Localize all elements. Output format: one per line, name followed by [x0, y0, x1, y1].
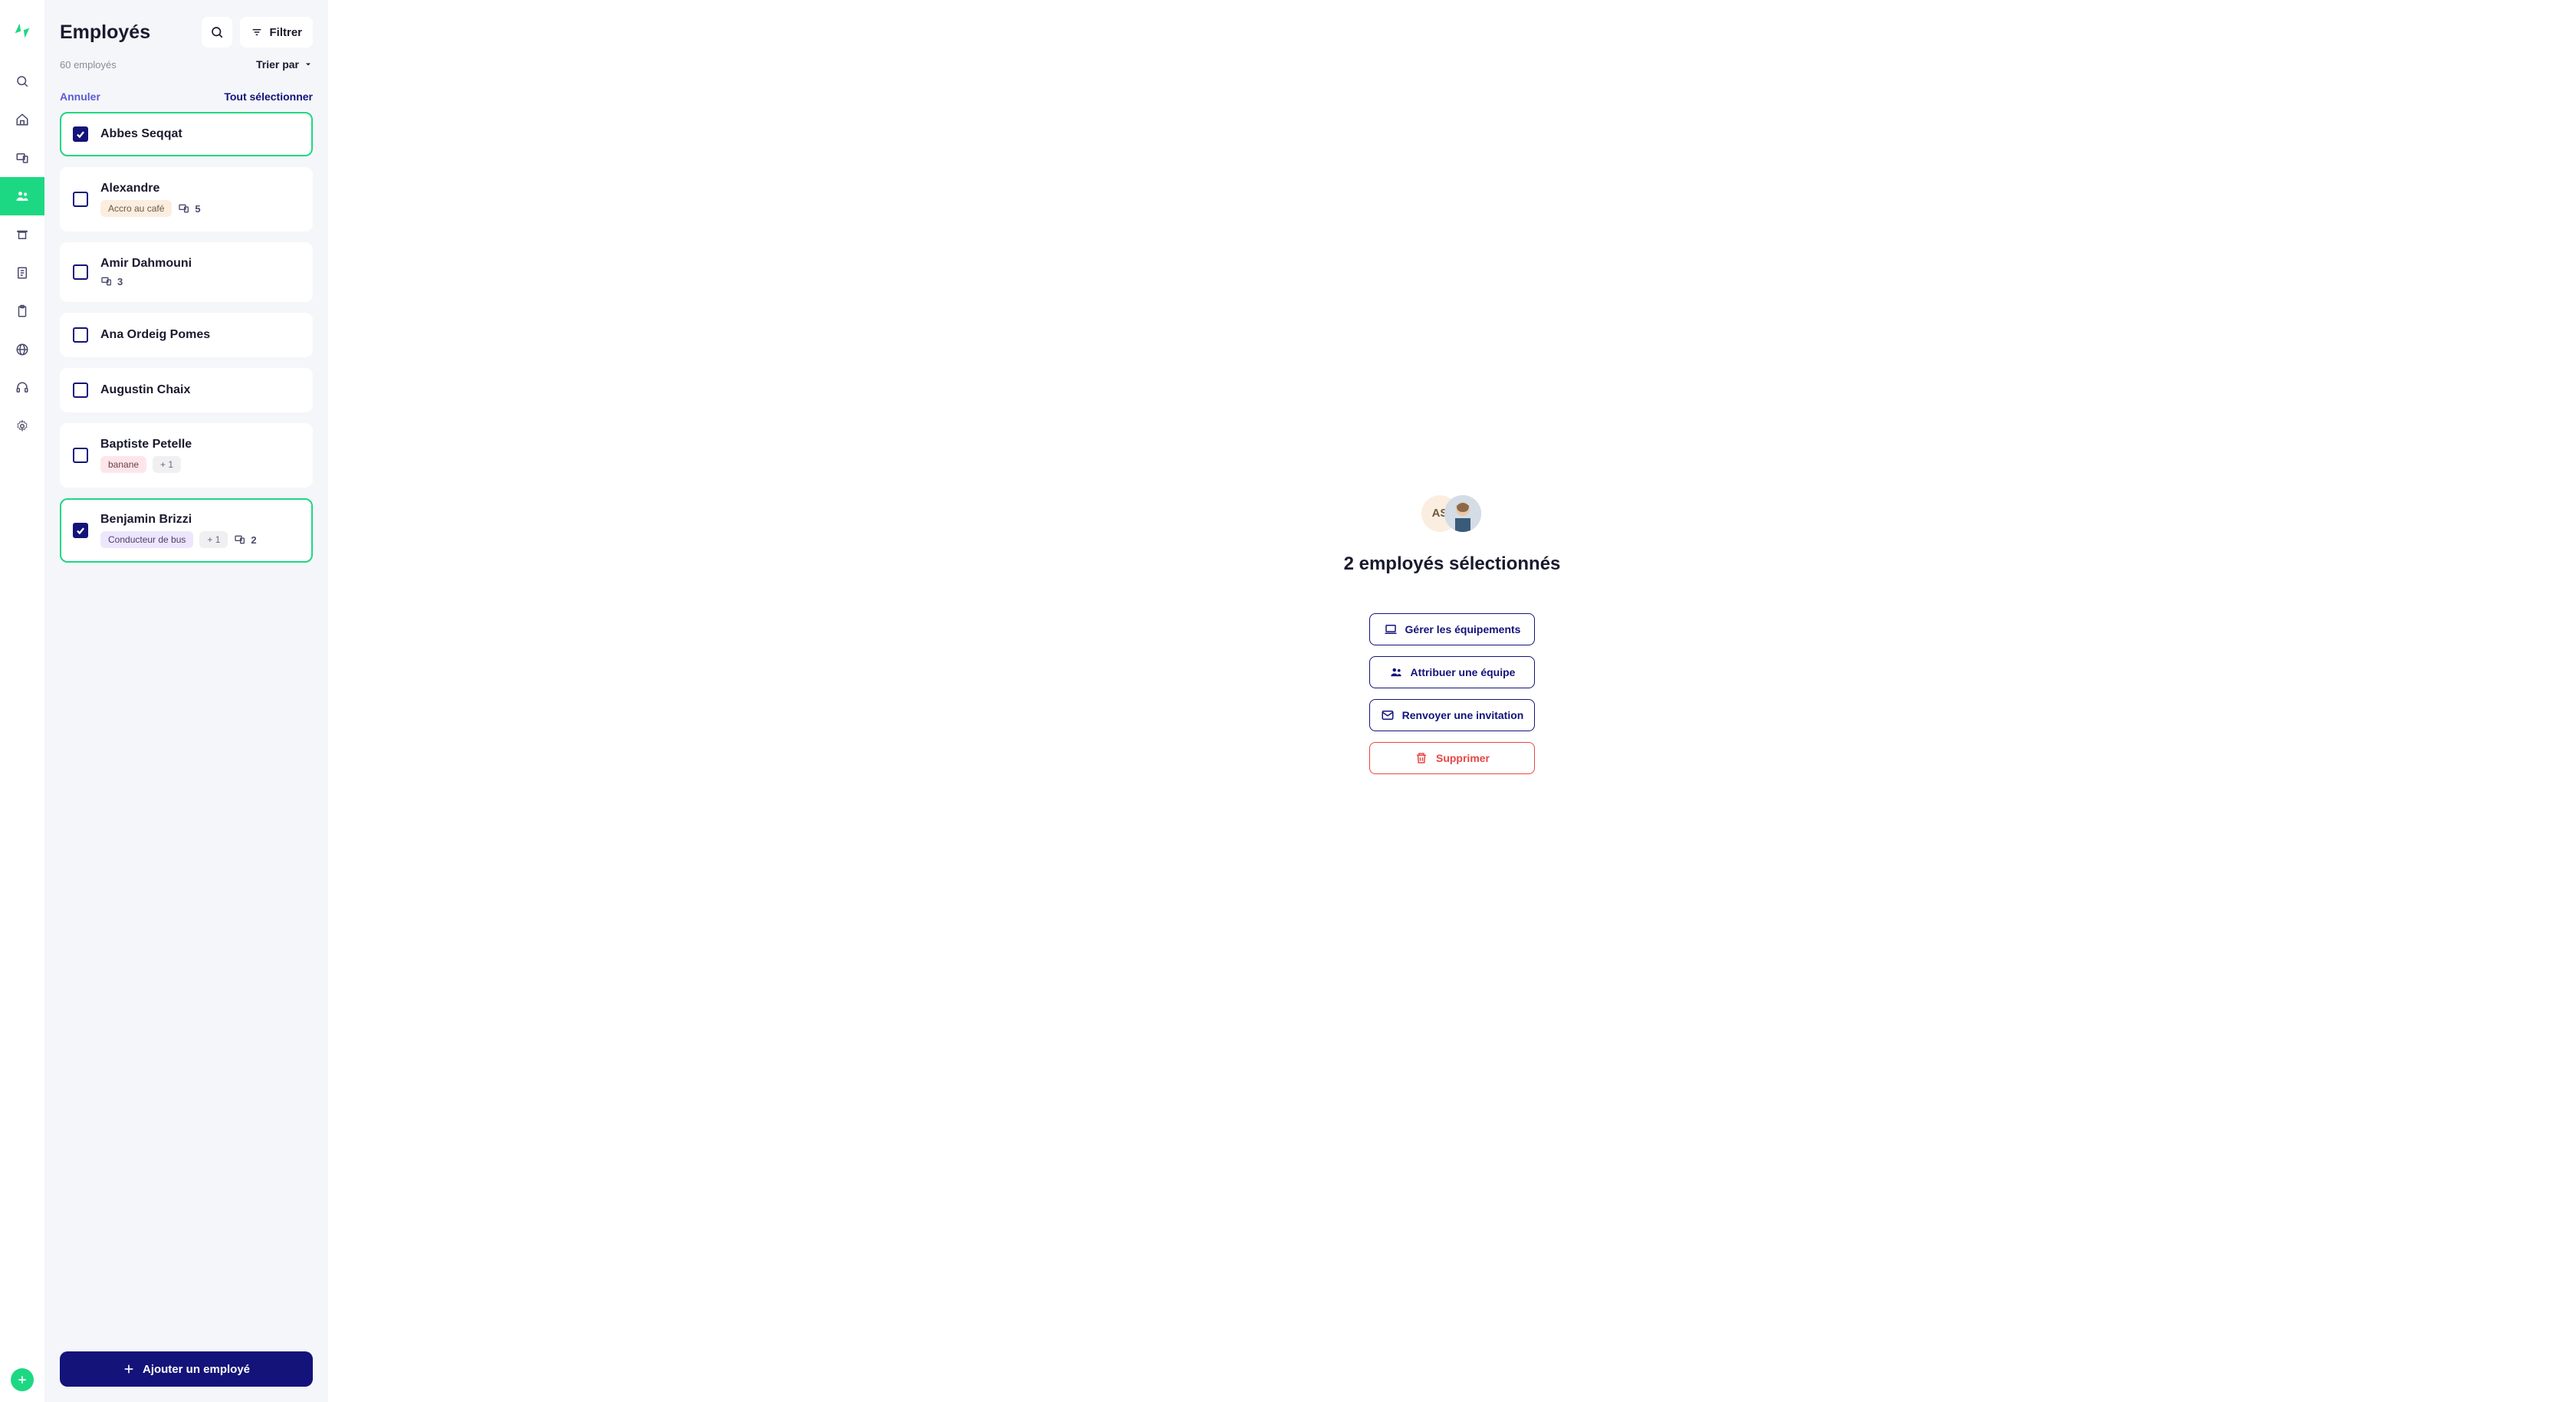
employee-name: Amir Dahmouni [100, 257, 192, 271]
checkbox[interactable] [73, 264, 88, 280]
selection-bar: Annuler Tout sélectionner [44, 84, 328, 112]
nav-rail [0, 0, 44, 1402]
checkbox[interactable] [73, 448, 88, 463]
employee-name: Benjamin Brizzi [100, 513, 257, 527]
employee-card[interactable]: Alexandre Accro au café 5 [60, 167, 313, 231]
employee-name: Baptiste Petelle [100, 438, 192, 451]
avatar [1444, 495, 1481, 532]
checkbox[interactable] [73, 327, 88, 343]
nav-settings[interactable] [0, 407, 44, 445]
laptop-icon [1384, 622, 1398, 636]
envelope-icon [1381, 708, 1395, 722]
check-icon [75, 129, 86, 140]
detail-panel: AS 2 employés sélectionnés Gérer les équ… [328, 0, 2576, 1402]
nav-search[interactable] [0, 62, 44, 100]
device-count: 3 [100, 275, 123, 287]
nav-clipboard[interactable] [0, 292, 44, 330]
checkbox[interactable] [73, 523, 88, 538]
employee-tag: Conducteur de bus [100, 531, 193, 548]
filter-label: Filtrer [269, 26, 302, 39]
employee-card[interactable]: Abbes Seqqat [60, 112, 313, 156]
employee-tag: banane [100, 456, 146, 473]
add-employee-button[interactable]: Ajouter un employé [60, 1351, 313, 1387]
nav-add-button[interactable] [11, 1368, 34, 1391]
employee-card[interactable]: Benjamin Brizzi Conducteur de bus + 1 2 [60, 498, 313, 563]
employee-card[interactable]: Ana Ordeig Pomes [60, 313, 313, 357]
employee-tag-extra: + 1 [153, 456, 181, 473]
chevron-down-icon [304, 60, 313, 69]
nav-docs[interactable] [0, 254, 44, 292]
sort-label: Trier par [256, 58, 299, 71]
employee-card[interactable]: Amir Dahmouni 3 [60, 242, 313, 302]
employee-name: Augustin Chaix [100, 383, 190, 397]
assign-team-label: Attribuer une équipe [1411, 666, 1516, 678]
logo-icon [13, 21, 31, 44]
sort-button[interactable]: Trier par [256, 58, 313, 71]
device-count: 5 [178, 202, 200, 215]
employee-name: Alexandre [100, 182, 201, 195]
devices-icon [234, 534, 246, 546]
team-icon [1389, 665, 1403, 679]
nav-globe[interactable] [0, 330, 44, 369]
employee-list[interactable]: Abbes Seqqat Alexandre Accro au café 5 [44, 112, 328, 1342]
filter-button[interactable]: Filtrer [240, 17, 313, 48]
selection-title: 2 employés sélectionnés [1344, 553, 1561, 575]
check-icon [75, 525, 86, 536]
employee-count: 60 employés [60, 59, 117, 71]
manage-equipment-button[interactable]: Gérer les équipements [1369, 613, 1535, 645]
employee-tag: Accro au café [100, 200, 172, 217]
assign-team-button[interactable]: Attribuer une équipe [1369, 656, 1535, 688]
nav-employees[interactable] [0, 177, 44, 215]
delete-button[interactable]: Supprimer [1369, 742, 1535, 774]
resend-invitation-button[interactable]: Renvoyer une invitation [1369, 699, 1535, 731]
checkbox[interactable] [73, 126, 88, 142]
select-all-link[interactable]: Tout sélectionner [224, 90, 313, 103]
nav-apps[interactable] [0, 215, 44, 254]
employee-card[interactable]: Augustin Chaix [60, 368, 313, 412]
nav-devices[interactable] [0, 139, 44, 177]
manage-equipment-label: Gérer les équipements [1405, 623, 1521, 635]
devices-icon [178, 202, 190, 215]
nav-support[interactable] [0, 369, 44, 407]
employee-list-panel: Employés Filtrer 60 employés Trier par A… [44, 0, 328, 1402]
checkbox[interactable] [73, 383, 88, 398]
nav-home[interactable] [0, 100, 44, 139]
checkbox[interactable] [73, 192, 88, 207]
employee-name: Ana Ordeig Pomes [100, 328, 210, 342]
cancel-selection-link[interactable]: Annuler [60, 90, 100, 103]
search-button[interactable] [202, 17, 232, 48]
page-title: Employés [60, 21, 150, 44]
employee-tag-extra: + 1 [199, 531, 228, 548]
add-employee-label: Ajouter un employé [143, 1363, 250, 1376]
employee-card[interactable]: Baptiste Petelle banane + 1 [60, 423, 313, 488]
plus-icon [123, 1363, 135, 1375]
resend-invitation-label: Renvoyer une invitation [1402, 709, 1524, 721]
trash-icon [1414, 751, 1428, 765]
panel-header: Employés Filtrer 60 employés Trier par [44, 0, 328, 84]
filter-icon [251, 26, 263, 38]
delete-label: Supprimer [1436, 752, 1490, 764]
device-count: 2 [234, 534, 256, 546]
avatar-group: AS [1421, 495, 1483, 532]
employee-name: Abbes Seqqat [100, 127, 182, 141]
devices-icon [100, 275, 113, 287]
